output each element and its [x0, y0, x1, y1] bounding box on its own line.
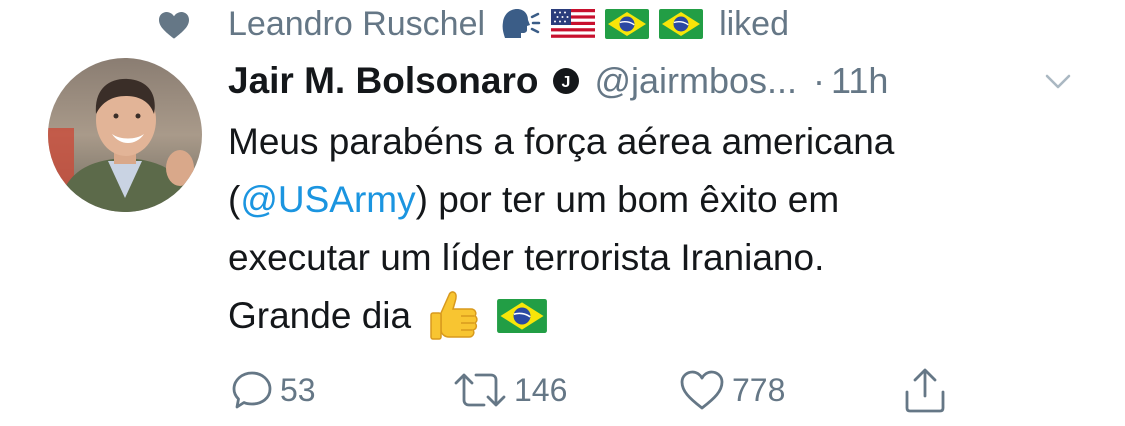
- reply-count: 53: [280, 371, 316, 408]
- tweet-text-segment: Grande dia: [228, 295, 412, 336]
- author-handle[interactable]: @jairmbos...: [594, 60, 797, 102]
- liker-emojis: [499, 6, 704, 42]
- tweet-card[interactable]: Leandro Ruschel liked Jair M. Bolsonaro …: [0, 0, 1125, 426]
- author-badge-letter: J: [562, 74, 571, 91]
- avatar-photo: [48, 58, 202, 212]
- tweet-text-line: executar um líder terrorista Iraniano.: [228, 237, 825, 278]
- social-context: Leandro Ruschel liked: [159, 2, 789, 46]
- mention-link[interactable]: @USArmy: [240, 179, 415, 220]
- brazil-flag-icon: [605, 9, 650, 39]
- speaking-head-icon: [502, 9, 541, 38]
- context-action-label: liked: [719, 4, 789, 43]
- us-flag-icon: [551, 9, 596, 39]
- like-count: 778: [732, 371, 786, 408]
- retweet-icon: [454, 373, 506, 407]
- heart-outline-icon: [680, 370, 724, 410]
- retweet-count: 146: [514, 371, 568, 408]
- avatar[interactable]: [48, 58, 202, 212]
- tweet-actions: 53 146 778: [0, 360, 1125, 420]
- tweet-timestamp[interactable]: 11h: [831, 60, 888, 102]
- author-badge-icon: J: [553, 68, 580, 94]
- brazil-flag-icon: [497, 299, 548, 333]
- time-separator: ·: [813, 60, 826, 101]
- tweet-text-segment: ) por ter um bom êxito em: [415, 179, 840, 220]
- retweet-button[interactable]: 146: [452, 360, 567, 420]
- reply-button[interactable]: 53: [230, 360, 316, 420]
- thumbs-up-icon: [430, 291, 478, 340]
- heart-icon: [159, 12, 189, 39]
- tweet-text-line: (@USArmy) por ter um bom êxito em: [228, 171, 1108, 229]
- like-button[interactable]: 778: [678, 360, 785, 420]
- brazil-flag-icon: [659, 9, 704, 39]
- tweet-text-line: Grande dia: [228, 287, 1108, 345]
- reply-icon: [232, 371, 272, 409]
- tweet-text: Meus parabéns a força aérea americana (@…: [228, 113, 1108, 345]
- share-button[interactable]: [902, 360, 948, 420]
- author-name[interactable]: Jair M. Bolsonaro: [228, 60, 538, 102]
- tweet-header: Jair M. Bolsonaro J @jairmbos... · 11h: [228, 55, 888, 107]
- tweet-text-line: Meus parabéns a força aérea americana: [228, 121, 895, 162]
- liker-name[interactable]: Leandro Ruschel: [228, 5, 485, 44]
- chevron-down-icon[interactable]: [1043, 70, 1073, 92]
- share-icon: [905, 368, 945, 413]
- paren-open: (: [228, 179, 241, 220]
